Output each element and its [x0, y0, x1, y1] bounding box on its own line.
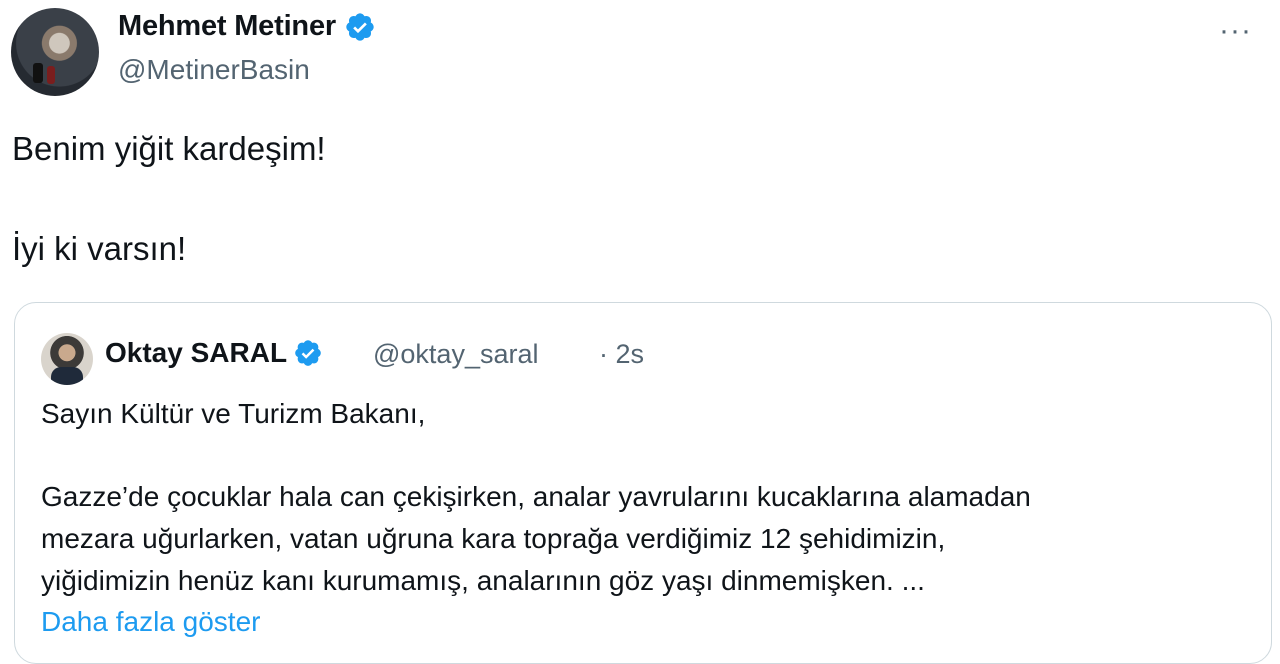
quoted-author-name[interactable]: Oktay SARAL — [105, 337, 323, 369]
author-name[interactable]: Mehmet Metiner — [118, 10, 376, 43]
quoted-text-line: yiğidimizin henüz kanı kurumamış, analar… — [41, 565, 925, 596]
quoted-author-handle[interactable]: @oktay_saral — [373, 339, 538, 370]
show-more-link[interactable]: Daha fazla göster — [41, 606, 260, 638]
quoted-timestamp[interactable]: · 2s — [599, 339, 644, 370]
tweet-text-line: Benim yiğit kardeşim! — [12, 130, 326, 167]
quoted-text-line: Sayın Kültür ve Turizm Bakanı, — [41, 398, 426, 429]
more-options-icon[interactable]: ··· — [1219, 14, 1252, 48]
verified-badge-icon — [346, 12, 374, 41]
quoted-author-avatar[interactable] — [41, 333, 93, 385]
verified-badge-icon — [295, 340, 321, 366]
microphone-icon — [47, 66, 55, 84]
author-avatar[interactable] — [11, 8, 99, 96]
author-display-name[interactable]: Mehmet Metiner — [118, 10, 336, 43]
quoted-text-line: Gazze’de çocuklar hala can çekişirken, a… — [41, 481, 1031, 512]
quoted-tweet-card[interactable]: Oktay SARAL @oktay_saral · 2s Sayın Kült… — [14, 302, 1272, 664]
microphone-icon — [33, 63, 43, 83]
quoted-text-line: mezara uğurlarken, vatan uğruna kara top… — [41, 523, 946, 554]
quoted-display-name[interactable]: Oktay SARAL — [105, 337, 287, 369]
suit-shape — [51, 367, 83, 385]
author-handle[interactable]: @MetinerBasin — [118, 54, 310, 86]
tweet-text-line: İyi ki varsın! — [12, 230, 187, 267]
